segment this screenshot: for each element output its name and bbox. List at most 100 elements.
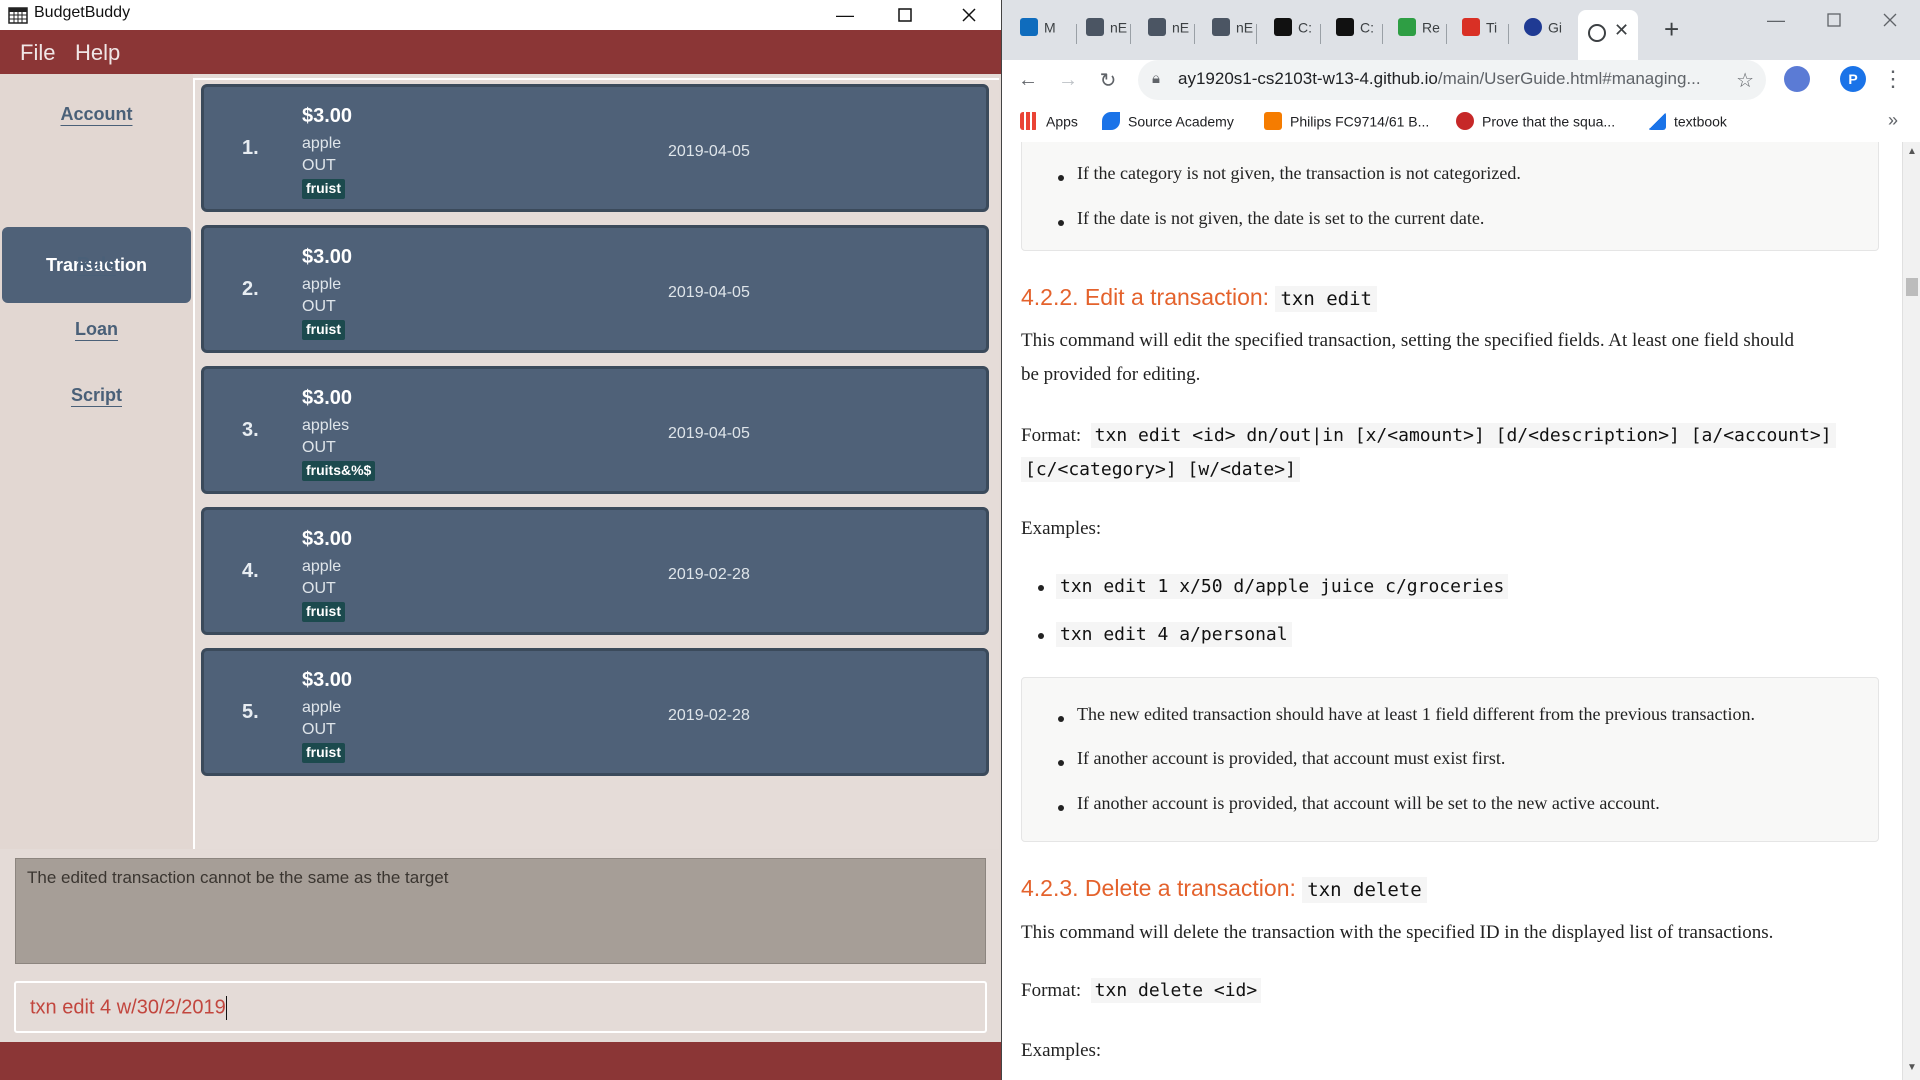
note-box: The new edited transaction should have a… bbox=[1021, 677, 1879, 842]
transaction-description: apple bbox=[302, 135, 342, 152]
new-tab-icon[interactable]: + bbox=[1664, 14, 1679, 45]
browser-close-button[interactable] bbox=[1862, 6, 1918, 34]
transaction-direction: OUT bbox=[302, 157, 336, 174]
url-path: /main/UserGuide.html#managing... bbox=[1437, 69, 1701, 88]
browser-tab[interactable]: C: bbox=[1336, 18, 1374, 48]
command-box[interactable]: txn edit 4 w/30/2/2019 bbox=[14, 981, 987, 1033]
extension-icon[interactable] bbox=[1784, 66, 1810, 92]
browser-maximize-button[interactable] bbox=[1806, 6, 1862, 34]
maximize-button[interactable] bbox=[875, 0, 935, 30]
browser-tab[interactable]: Gi bbox=[1524, 18, 1562, 48]
tab-title: Ti bbox=[1486, 19, 1498, 36]
budgetbuddy-window: BudgetBuddy — File Help Account Transact… bbox=[0, 0, 1001, 1080]
format-code: [c/<category>] [w/<date>] bbox=[1021, 457, 1300, 482]
bullet-dot bbox=[1058, 220, 1064, 226]
heading-command: txn edit bbox=[1275, 286, 1377, 312]
transaction-card[interactable]: 2. $3.00 apple OUT fruist 2019-04-05 bbox=[201, 225, 989, 353]
command-input[interactable]: txn edit 4 w/30/2/2019 bbox=[30, 996, 227, 1020]
bullet-dot bbox=[1058, 805, 1064, 811]
chevron-right-icon[interactable]: » bbox=[1888, 110, 1898, 131]
scroll-down-icon[interactable]: ▼ bbox=[1907, 1062, 1917, 1073]
heading-command: txn delete bbox=[1302, 877, 1427, 903]
format-code: txn delete <id> bbox=[1090, 978, 1262, 1003]
close-button[interactable] bbox=[939, 0, 999, 30]
gear-icon bbox=[1456, 112, 1474, 131]
category-tag: fruist bbox=[302, 602, 345, 622]
tab-close-icon[interactable]: ✕ bbox=[1614, 20, 1629, 41]
result-display: The edited transaction cannot be the sam… bbox=[15, 858, 986, 964]
bullet-dot bbox=[1058, 760, 1064, 766]
active-tab[interactable]: ✕ bbox=[1578, 10, 1638, 60]
transaction-description: apple bbox=[302, 699, 342, 716]
back-button[interactable]: ← bbox=[1012, 64, 1044, 96]
browser-minimize-button[interactable]: — bbox=[1748, 6, 1804, 34]
graduation-cap-icon bbox=[1336, 18, 1354, 37]
bookmark-source-academy[interactable]: Source Academy bbox=[1102, 112, 1234, 131]
browser-tab[interactable]: Ti bbox=[1462, 18, 1497, 48]
tab-separator bbox=[1194, 24, 1195, 44]
reload-button[interactable]: ↻ bbox=[1092, 64, 1124, 96]
bookmark-textbook[interactable]: textbook bbox=[1648, 112, 1727, 131]
category-tag: fruits&%$ bbox=[302, 461, 376, 481]
bookmark-apps[interactable]: Apps bbox=[1020, 112, 1078, 131]
transaction-card[interactable]: 1. $3.00 apple OUT fruist 2019-04-05 bbox=[201, 84, 989, 212]
tab-separator bbox=[1130, 24, 1131, 44]
scroll-up-icon[interactable]: ▲ bbox=[1907, 146, 1917, 157]
transaction-card[interactable]: 4. $3.00 apple OUT fruist 2019-02-28 bbox=[201, 507, 989, 635]
tab-title: C: bbox=[1360, 19, 1374, 36]
description-paragraph: This command will delete the transaction… bbox=[1021, 922, 1774, 943]
transaction-direction: OUT bbox=[302, 439, 336, 456]
menu-kebab-icon[interactable]: ⋮ bbox=[1882, 66, 1904, 92]
lock-icon: 🔒︎ bbox=[1152, 70, 1160, 87]
menu-help[interactable]: Help bbox=[75, 40, 120, 66]
browser-tab[interactable]: M bbox=[1020, 18, 1056, 48]
browser-tab[interactable]: nE bbox=[1086, 18, 1127, 48]
profile-avatar[interactable]: P bbox=[1840, 66, 1866, 92]
nav-script[interactable]: Script bbox=[0, 385, 193, 406]
title-bar: BudgetBuddy — bbox=[0, 0, 1001, 30]
heading-text: 4.2.3. Delete a transaction: bbox=[1021, 875, 1296, 901]
result-message: The edited transaction cannot be the sam… bbox=[27, 868, 449, 887]
description-paragraph: This command will edit the specified tra… bbox=[1021, 324, 1881, 392]
scrollbar-thumb[interactable] bbox=[1906, 278, 1918, 296]
bookmark-prove[interactable]: Prove that the squa... bbox=[1456, 112, 1616, 131]
reload-icon: ↻ bbox=[1099, 69, 1117, 92]
page-scrollbar[interactable]: ▲ ▼ bbox=[1902, 142, 1920, 1080]
minimize-button[interactable]: — bbox=[815, 0, 875, 30]
transaction-amount: $3.00 bbox=[302, 669, 353, 691]
nav-rule[interactable]: Rule bbox=[0, 254, 193, 275]
minimize-icon: — bbox=[1767, 9, 1785, 30]
bookmark-label: Prove that the squa... bbox=[1482, 113, 1616, 130]
url-text: ay1920s1-cs2103t-w13-4.github.io/main/Us… bbox=[1178, 69, 1701, 89]
note-item: If the date is not given, the date is se… bbox=[1077, 208, 1485, 228]
bookmark-star-icon[interactable]: ☆ bbox=[1736, 68, 1754, 93]
gmail-icon bbox=[1462, 18, 1480, 37]
transaction-card[interactable]: 5. $3.00 apple OUT fruist 2019-02-28 bbox=[201, 648, 989, 776]
text-caret bbox=[225, 996, 227, 1020]
address-bar[interactable]: 🔒︎ ay1920s1-cs2103t-w13-4.github.io/main… bbox=[1138, 60, 1766, 100]
browser-tab[interactable]: nE bbox=[1212, 18, 1253, 48]
category-tag: fruist bbox=[302, 179, 345, 199]
globe-icon bbox=[1588, 24, 1606, 42]
maximize-icon bbox=[1827, 13, 1841, 27]
menu-file[interactable]: File bbox=[20, 40, 55, 66]
close-icon bbox=[962, 8, 976, 22]
sidebar: Account Transaction Rule Loan Script bbox=[0, 74, 193, 849]
browser-tab[interactable]: C: bbox=[1274, 18, 1312, 48]
nav-account-label: Account bbox=[60, 104, 133, 124]
nus-icon bbox=[1212, 18, 1230, 37]
bookmark-philips[interactable]: Philips FC9714/61 B... bbox=[1264, 112, 1429, 131]
note-box: If the category is not given, the transa… bbox=[1021, 142, 1879, 251]
transaction-index: 3. bbox=[242, 419, 259, 441]
browser-tab[interactable]: Re bbox=[1398, 18, 1440, 48]
nav-loan-label: Loan bbox=[75, 319, 118, 339]
nav-loan[interactable]: Loan bbox=[0, 319, 193, 340]
status-bar bbox=[0, 1042, 1001, 1080]
nav-account[interactable]: Account bbox=[0, 104, 193, 125]
transaction-card[interactable]: 3. $3.00 apples OUT fruits&%$ 2019-04-05 bbox=[201, 366, 989, 494]
browser-tab[interactable]: nE bbox=[1148, 18, 1189, 48]
transaction-date: 2019-04-05 bbox=[668, 143, 750, 160]
forward-button[interactable]: → bbox=[1052, 64, 1084, 96]
grid-icon bbox=[1398, 18, 1416, 37]
tab-title: nE bbox=[1110, 19, 1128, 36]
